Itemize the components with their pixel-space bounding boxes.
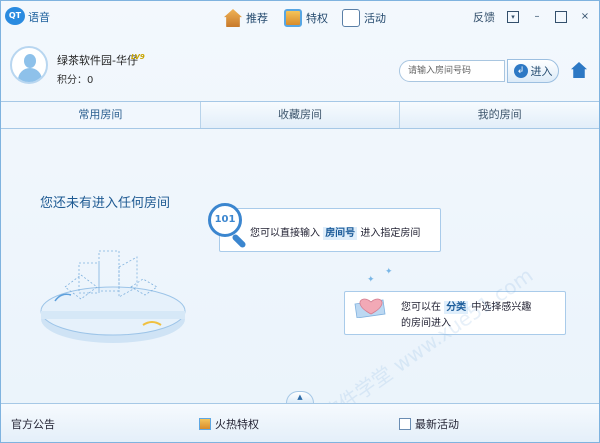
calendar-icon xyxy=(342,9,360,27)
avatar[interactable] xyxy=(10,46,48,84)
gift-icon xyxy=(199,418,211,430)
empty-message: 您还未有进入任何房间 xyxy=(40,196,171,211)
avatar-body-icon xyxy=(18,68,42,82)
hint2-line2: 的房间进入 xyxy=(401,318,451,329)
title-bar[interactable]: QT 语音 推荐 特权 活动 反馈 ▾ – × xyxy=(1,1,599,35)
hot-privileges-link[interactable]: 火热特权 xyxy=(199,416,259,432)
avatar-head-icon xyxy=(24,54,36,68)
hint-category-text: 您可以在 分类 中选择感兴趣 的房间进入 xyxy=(401,300,531,332)
tab-my-rooms[interactable]: 我的房间 xyxy=(400,102,600,128)
hint2-middle: 中选择感兴趣 xyxy=(471,302,532,313)
username: 绿茶软件园-华仔 xyxy=(57,54,138,67)
nav-events[interactable]: 活动 xyxy=(342,7,386,29)
nav-events-label: 活动 xyxy=(364,12,386,25)
sparkle-icon: ✦ xyxy=(385,267,393,277)
magnifier-handle-icon xyxy=(231,233,247,249)
nav-recommend[interactable]: 推荐 xyxy=(224,7,268,29)
maximize-button[interactable] xyxy=(555,11,567,23)
profile-bar: 绿茶软件园-华仔 LV9 积分：0 ↲ 进入 xyxy=(1,35,599,101)
points-label: 积分：0 xyxy=(57,75,94,86)
home-icon[interactable] xyxy=(571,62,587,78)
calendar-icon xyxy=(399,418,411,430)
gift-icon xyxy=(284,9,302,27)
official-notice-link[interactable]: 官方公告 xyxy=(11,416,55,432)
minimize-button[interactable]: – xyxy=(531,11,543,23)
hint2-highlight: 分类 xyxy=(444,301,469,314)
hint-enter-room-text: 您可以直接输入 房间号 进入指定房间 xyxy=(250,224,421,240)
hot-privileges-label: 火热特权 xyxy=(215,418,259,431)
nav-privileges-label: 特权 xyxy=(306,12,328,25)
magnifier-icon: 101 xyxy=(208,203,242,237)
empty-platform-illustration-icon xyxy=(40,250,186,343)
bottom-bar: 官方公告 火热特权 最新活动 xyxy=(1,403,599,442)
official-notice-label: 官方公告 xyxy=(11,418,55,431)
nav-privileges[interactable]: 特权 xyxy=(284,7,328,29)
latest-events-link[interactable]: 最新活动 xyxy=(399,416,459,432)
hint2-prefix: 您可以在 xyxy=(401,302,441,313)
nav-recommend-label: 推荐 xyxy=(246,12,268,25)
app-window: QT 语音 推荐 特权 活动 反馈 ▾ – × 绿茶软件园-华仔 LV9 积分：… xyxy=(0,0,600,443)
feedback-link[interactable]: 反馈 xyxy=(473,9,495,25)
enter-room-button[interactable]: ↲ 进入 xyxy=(507,59,559,83)
tab-favorite-rooms[interactable]: 收藏房间 xyxy=(200,102,401,128)
hint-enter-room-number: 101 您可以直接输入 房间号 进入指定房间 xyxy=(208,203,441,252)
hint-category: 您可以在 分类 中选择感兴趣 的房间进入 xyxy=(344,291,566,335)
tab-frequent-rooms[interactable]: 常用房间 xyxy=(1,102,201,128)
hint1-suffix: 进入指定房间 xyxy=(360,228,421,239)
app-logo-icon: QT xyxy=(5,7,25,25)
main-content: 您还未有进入任何房间 101 您可以直接输入 房间号 进入指定房间 ✦ ✦ 您可… xyxy=(1,129,599,427)
menu-dropdown-button[interactable]: ▾ xyxy=(507,11,519,23)
close-button[interactable]: × xyxy=(579,11,591,23)
room-number-input[interactable] xyxy=(399,60,505,82)
latest-events-label: 最新活动 xyxy=(415,418,459,431)
hint1-highlight: 房间号 xyxy=(323,227,358,240)
enter-arrow-icon: ↲ xyxy=(513,64,528,78)
window-controls: 反馈 ▾ – × xyxy=(473,9,591,25)
level-badge: LV9 xyxy=(131,53,145,61)
collapse-toggle-button[interactable]: ▲ xyxy=(286,391,314,403)
heart-card-icon xyxy=(354,298,386,318)
room-tabs: 常用房间 收藏房间 我的房间 xyxy=(1,101,600,129)
house-icon xyxy=(224,9,242,27)
hint1-prefix: 您可以直接输入 xyxy=(250,228,320,239)
app-title: 语音 xyxy=(28,11,50,24)
enter-room-label: 进入 xyxy=(530,65,553,78)
